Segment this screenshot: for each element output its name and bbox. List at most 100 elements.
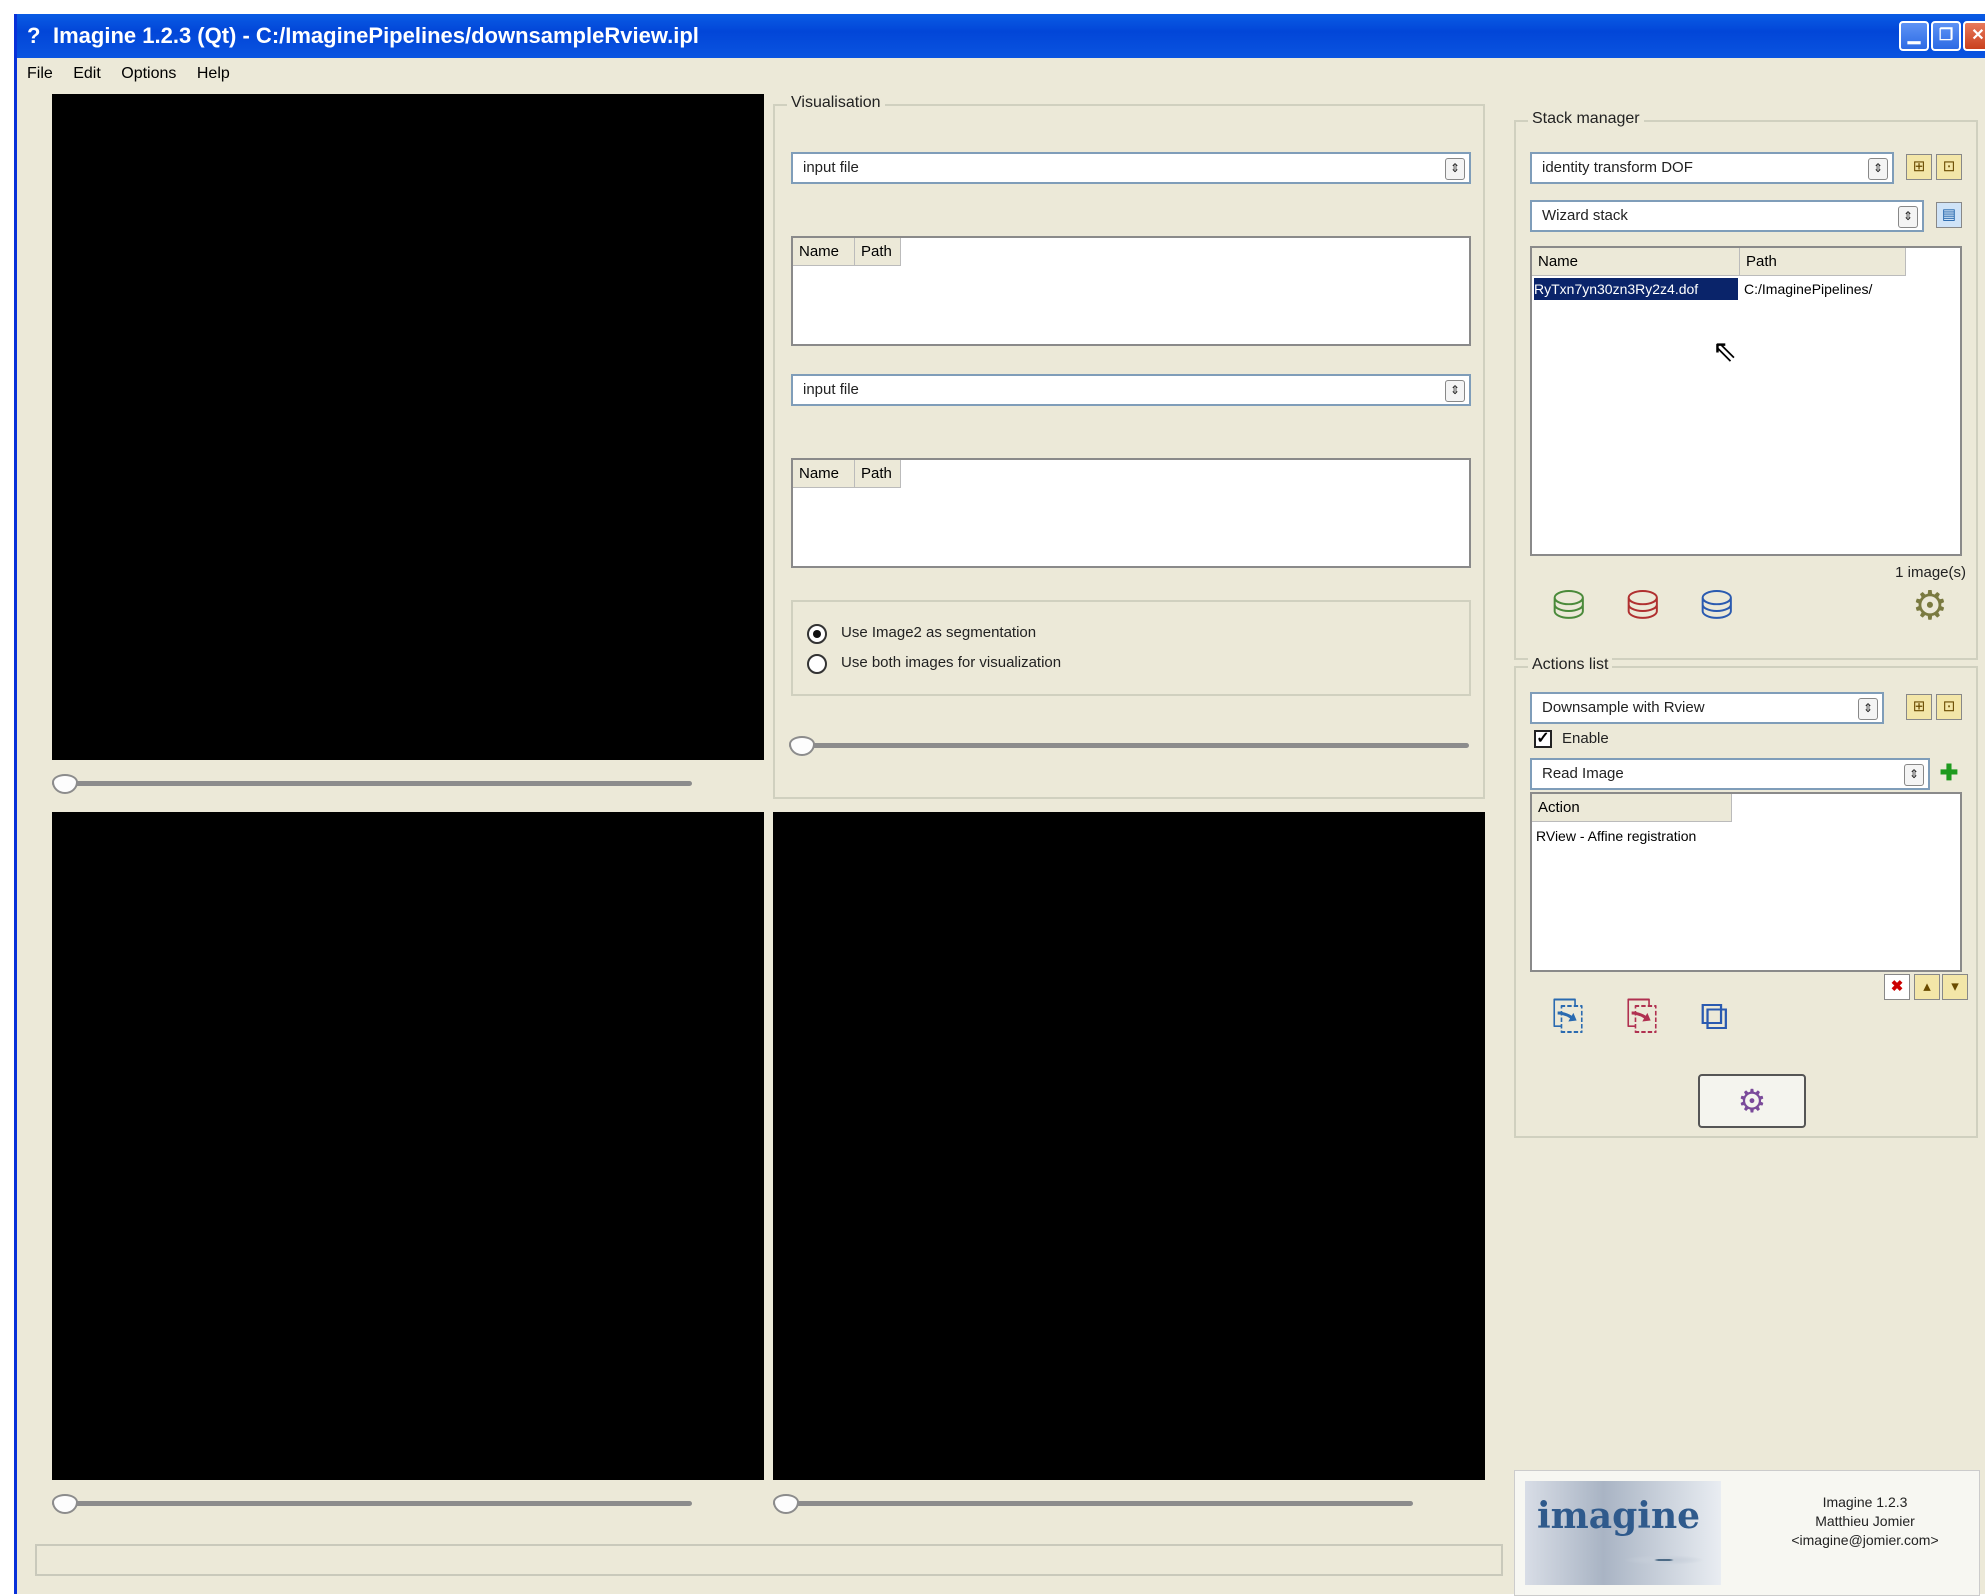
slider-thumb[interactable] [789,736,815,756]
slider-thumb[interactable] [52,774,78,794]
menu-file[interactable]: File [27,65,53,82]
save-actions-button[interactable]: ⊡ [1936,694,1962,720]
stack-manager-title: Stack manager [1528,110,1644,128]
move-action-down-button[interactable]: ▾ [1942,974,1968,1000]
minimize-button[interactable]: ▁ [1899,21,1929,51]
visualisation-combo-2[interactable]: input file ⇕ [791,374,1471,406]
combo-arrow-icon: ⇕ [1868,158,1888,180]
header-name[interactable]: Name [793,460,855,488]
wizard-icon: ⚙ [1912,584,1948,628]
about-panel: imagine Imagine 1.2.3 Matthieu Jomier <i… [1514,1470,1980,1596]
restore-icon: ❐ [1938,27,1954,44]
save-stack-button[interactable]: ⊡ [1936,154,1962,180]
load-stack-button[interactable]: ⊞ [1906,154,1932,180]
document-icon: ▤ [1941,206,1957,223]
combo-arrow-icon: ⇕ [1445,380,1465,402]
stack-manager-group: Stack manager identity transform DOF ⇕ ⊞… [1514,110,1978,660]
stack-image-list[interactable]: Name Path RyTxn7yn30zn3Ry2z4.dof C:/Imag… [1530,246,1962,556]
save-icon: ⊡ [1942,698,1956,715]
viewer-bottom-left[interactable] [52,812,764,1480]
refresh-image-button[interactable]: ⛁ [1700,584,1734,628]
slider-thumb[interactable] [773,1494,799,1514]
add-action-button[interactable]: ⎘ [1552,994,1584,1038]
close-button[interactable]: ✕ [1963,21,1985,51]
combo-arrow-icon: ⇕ [1898,206,1918,228]
delete-icon: ✖ [1890,978,1904,995]
stack-dof-combo[interactable]: identity transform DOF ⇕ [1530,152,1894,184]
enable-label: Enable [1562,730,1609,747]
radio-both-images-label: Use both images for visualization [841,654,1062,671]
edit-action-icon: ⎘ [1626,994,1658,1038]
viewer-top-left[interactable] [52,94,764,760]
about-author: Matthieu Jomier [1815,1513,1915,1529]
wizard-button[interactable]: ⚙ [1912,584,1948,628]
about-version: Imagine 1.2.3 [1822,1494,1908,1510]
remove-image-button[interactable]: ⛁ [1626,584,1660,628]
copy-action-icon: ⧉ [1700,994,1729,1038]
load-icon: ⊞ [1912,158,1926,175]
radio-segmentation[interactable] [807,624,827,644]
header-path[interactable]: Path [855,460,901,488]
slider-bottom-right[interactable] [773,1494,1413,1514]
action-row[interactable]: RView - Affine registration [1536,828,1696,844]
header-name[interactable]: Name [1532,248,1740,276]
menu-edit[interactable]: Edit [73,65,101,82]
visualisation-slider[interactable] [789,736,1469,756]
visualisation-combo-1[interactable]: input file ⇕ [791,152,1471,184]
mouse-cursor-icon: ⇖ [1712,335,1738,368]
copy-action-button[interactable]: ⧉ [1700,994,1729,1038]
header-path[interactable]: Path [1740,248,1906,276]
stack-row-path[interactable]: C:/ImaginePipelines/ [1744,278,1872,300]
combo-value: Downsample with Rview [1542,699,1705,716]
load-icon: ⊞ [1912,698,1926,715]
action-type-combo[interactable]: Read Image ⇕ [1530,758,1930,790]
combo-value: Wizard stack [1542,207,1628,224]
remove-image-icon: ⛁ [1626,584,1660,628]
stack-row-name[interactable]: RyTxn7yn30zn3Ry2z4.dof [1534,278,1738,300]
delete-action-button[interactable]: ✖ [1884,974,1910,1000]
visualisation-title: Visualisation [787,94,885,112]
arrow-up-icon: ▴ [1923,978,1931,995]
combo-arrow-icon: ⇕ [1904,764,1924,786]
image-count: 1 image(s) [1895,564,1966,581]
title-bar[interactable]: ? Imagine 1.2.3 (Qt) - C:/ImaginePipelin… [17,14,1985,58]
add-image-button[interactable]: ⛁ [1552,584,1586,628]
minimize-icon: ▁ [1907,27,1921,44]
radio-both-images[interactable] [807,654,827,674]
about-text: Imagine 1.2.3 Matthieu Jomier <imagine@j… [1765,1493,1965,1550]
visualisation-list-2[interactable]: Name Path [791,458,1471,568]
about-email: <imagine@jomier.com> [1791,1532,1939,1548]
wizard-stack-combo[interactable]: Wizard stack ⇕ [1530,200,1924,232]
combo-value: identity transform DOF [1542,159,1693,176]
add-image-icon: ⛁ [1552,584,1586,628]
move-action-up-button[interactable]: ▴ [1914,974,1940,1000]
imagine-logo: imagine [1525,1481,1721,1585]
load-actions-button[interactable]: ⊞ [1906,694,1932,720]
refresh-image-icon: ⛁ [1700,584,1734,628]
run-pipeline-button[interactable]: ⚙ [1698,1074,1806,1128]
viewer-bottom-right[interactable] [773,812,1485,1480]
actions-preset-combo[interactable]: Downsample with Rview ⇕ [1530,692,1884,724]
combo-value: input file [803,381,859,398]
combo-arrow-icon: ⇕ [1445,158,1465,180]
visualisation-list-1[interactable]: Name Path [791,236,1471,346]
status-bar [35,1544,1503,1576]
menu-help[interactable]: Help [197,65,230,82]
menu-options[interactable]: Options [121,65,176,82]
header-path[interactable]: Path [855,238,901,266]
slider-bottom-left[interactable] [52,1494,692,1514]
combo-value: input file [803,159,859,176]
action-list[interactable]: Action RView - Affine registration [1530,792,1962,972]
slider-thumb[interactable] [52,1494,78,1514]
header-action[interactable]: Action [1532,794,1732,822]
edit-action-button[interactable]: ⎘ [1626,994,1658,1038]
header-name[interactable]: Name [793,238,855,266]
save-icon: ⊡ [1942,158,1956,175]
add-action-plus-button[interactable]: ✚ [1936,760,1962,786]
combo-arrow-icon: ⇕ [1858,698,1878,720]
run-pipeline-icon: ⚙ [1737,1083,1767,1119]
restore-button[interactable]: ❐ [1931,21,1961,51]
stack-info-button[interactable]: ▤ [1936,202,1962,228]
enable-checkbox[interactable]: ✓ [1534,730,1552,748]
slider-top-left[interactable] [52,774,692,794]
